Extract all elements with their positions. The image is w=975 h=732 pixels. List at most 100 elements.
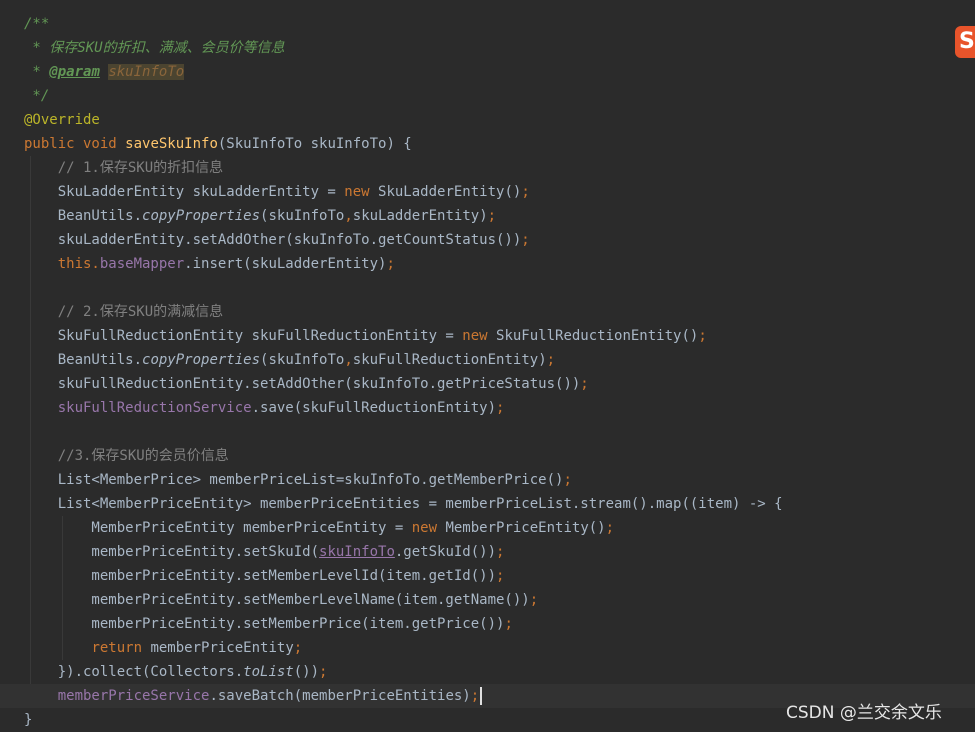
code-line[interactable]: }).collect(Collectors.toList());: [24, 660, 975, 684]
code-text: .getSkuId()): [394, 544, 497, 560]
code-line[interactable]: MemberPriceEntity memberPriceEntity = ne…: [24, 516, 975, 540]
keyword: return: [91, 640, 151, 656]
code-text: .save(skuFullReductionEntity): [251, 400, 497, 416]
semicolon: ;: [546, 352, 556, 368]
code-line[interactable]: SkuFullReductionEntity skuFullReductionE…: [24, 324, 975, 348]
code-text: .saveBatch(memberPriceEntities): [209, 688, 471, 704]
code-line[interactable]: memberPriceEntity.setSkuId(skuInfoTo.get…: [24, 540, 975, 564]
comma: ,: [344, 208, 353, 224]
logo-letter: S: [959, 29, 975, 54]
semicolon: ;: [504, 616, 513, 632]
code-line[interactable]: memberPriceEntity.setMemberPrice(item.ge…: [24, 612, 975, 636]
code-line[interactable]: memberPriceEntity.setMemberLevelId(item.…: [24, 564, 975, 588]
code-text: MemberPriceEntity memberPriceEntity =: [24, 520, 412, 536]
code-text: }).collect(Collectors.: [24, 664, 244, 680]
code-line[interactable]: memberPriceEntity.setMemberLevelName(ite…: [24, 588, 975, 612]
code-line[interactable]: skuFullReductionEntity.setAddOther(skuIn…: [24, 372, 975, 396]
code-line[interactable]: * 保存SKU的折扣、满减、会员价等信息: [24, 36, 975, 60]
code-text: SkuFullReductionEntity(): [496, 328, 699, 344]
code-text: memberPriceEntity: [150, 640, 294, 656]
code-text: skuFullReductionEntity.setAddOther(skuIn…: [24, 376, 581, 392]
code-text: }: [24, 712, 33, 728]
code-text: MemberPriceEntity(): [445, 520, 606, 536]
code-line[interactable]: public void saveSkuInfo(SkuInfoTo skuInf…: [24, 132, 975, 156]
field-reference: memberPriceService: [57, 688, 210, 704]
semicolon: ;: [293, 640, 303, 656]
code-line[interactable]: BeanUtils.copyProperties(skuInfoTo,skuFu…: [24, 348, 975, 372]
code-text: List<MemberPriceEntity> memberPriceEntit…: [24, 496, 783, 512]
semicolon: ;: [563, 472, 572, 488]
code-text: .insert(skuLadderEntity): [184, 256, 387, 272]
field-reference: baseMapper: [99, 256, 185, 272]
annotation: @Override: [24, 112, 100, 128]
code-line[interactable]: // 1.保存SKU的折扣信息: [24, 156, 975, 180]
semicolon: ;: [698, 328, 707, 344]
code-line[interactable]: @Override: [24, 108, 975, 132]
code-text: (skuInfoTo: [260, 208, 345, 224]
code-text: List<MemberPrice> memberPriceList=skuInf…: [24, 472, 564, 488]
code-line[interactable]: * @param skuInfoTo: [24, 60, 975, 84]
code-editor[interactable]: /** * 保存SKU的折扣、满减、会员价等信息 * @param skuInf…: [0, 0, 975, 731]
code-line[interactable]: this.baseMapper.insert(skuLadderEntity);: [24, 252, 975, 276]
code-line[interactable]: List<MemberPriceEntity> memberPriceEntit…: [24, 492, 975, 516]
code-text: skuLadderEntity): [352, 208, 488, 224]
semicolon: ;: [470, 688, 480, 704]
code-line[interactable]: skuFullReductionService.save(skuFullRedu…: [24, 396, 975, 420]
code-line[interactable]: SkuLadderEntity skuLadderEntity = new Sk…: [24, 180, 975, 204]
semicolon: ;: [496, 544, 505, 560]
keyword: public void: [24, 136, 126, 152]
watermark: CSDN @兰交余文乐: [786, 703, 942, 723]
line-comment: //3.保存SKU的会员价信息: [24, 448, 229, 464]
csdn-logo-icon: S: [955, 26, 975, 58]
line-comment: // 2.保存SKU的满减信息: [24, 304, 224, 320]
semicolon: ;: [580, 376, 589, 392]
code-line[interactable]: List<MemberPrice> memberPriceList=skuInf…: [24, 468, 975, 492]
static-method: toList: [243, 664, 294, 680]
semicolon: ;: [605, 520, 615, 536]
code-line[interactable]: // 2.保存SKU的满减信息: [24, 300, 975, 324]
line-comment: // 1.保存SKU的折扣信息: [24, 160, 224, 176]
code-text: (skuInfoTo: [260, 352, 345, 368]
comma: ,: [344, 352, 353, 368]
code-text: memberPriceEntity.setMemberLevelId(item.…: [24, 568, 497, 584]
code-line[interactable]: /**: [24, 12, 975, 36]
code-line[interactable]: [24, 276, 975, 300]
code-line[interactable]: BeanUtils.copyProperties(skuInfoTo,skuLa…: [24, 204, 975, 228]
code-text: skuFullReductionEntity): [352, 352, 547, 368]
captured-variable: skuInfoTo: [319, 544, 395, 560]
code-line[interactable]: skuLadderEntity.setAddOther(skuInfoTo.ge…: [24, 228, 975, 252]
semicolon: ;: [487, 208, 497, 224]
keyword: this.: [24, 256, 100, 272]
semicolon: ;: [319, 664, 328, 680]
keyword: new: [462, 328, 497, 344]
code-line[interactable]: return memberPriceEntity;: [24, 636, 975, 660]
code-text: SkuFullReductionEntity skuFullReductionE…: [24, 328, 463, 344]
semicolon: ;: [529, 592, 539, 608]
code-text: memberPriceEntity.setMemberPrice(item.ge…: [24, 616, 505, 632]
keyword: new: [344, 184, 379, 200]
code-line[interactable]: //3.保存SKU的会员价信息: [24, 444, 975, 468]
semicolon: ;: [521, 232, 530, 248]
code-line[interactable]: [24, 420, 975, 444]
static-method: copyProperties: [142, 208, 261, 224]
code-text: BeanUtils.: [24, 208, 143, 224]
doc-comment: */: [24, 88, 50, 104]
code-text: SkuLadderEntity skuLadderEntity =: [24, 184, 345, 200]
doc-comment: * 保存SKU的折扣、满减、会员价等信息: [24, 40, 285, 56]
semicolon: ;: [521, 184, 530, 200]
doc-comment: /**: [24, 16, 50, 32]
semicolon: ;: [496, 568, 505, 584]
code-text: ()): [293, 664, 320, 680]
static-method: copyProperties: [142, 352, 261, 368]
code-text: memberPriceEntity.setMemberLevelName(ite…: [24, 592, 530, 608]
javadoc-param-name: skuInfoTo: [108, 64, 185, 80]
semicolon: ;: [386, 256, 395, 272]
code-text: skuLadderEntity.setAddOther(skuInfoTo.ge…: [24, 232, 522, 248]
code-text: (SkuInfoTo skuInfoTo) {: [217, 136, 412, 152]
code-line[interactable]: */: [24, 84, 975, 108]
javadoc-param-tag: @param: [49, 64, 100, 80]
doc-comment: *: [24, 64, 50, 80]
